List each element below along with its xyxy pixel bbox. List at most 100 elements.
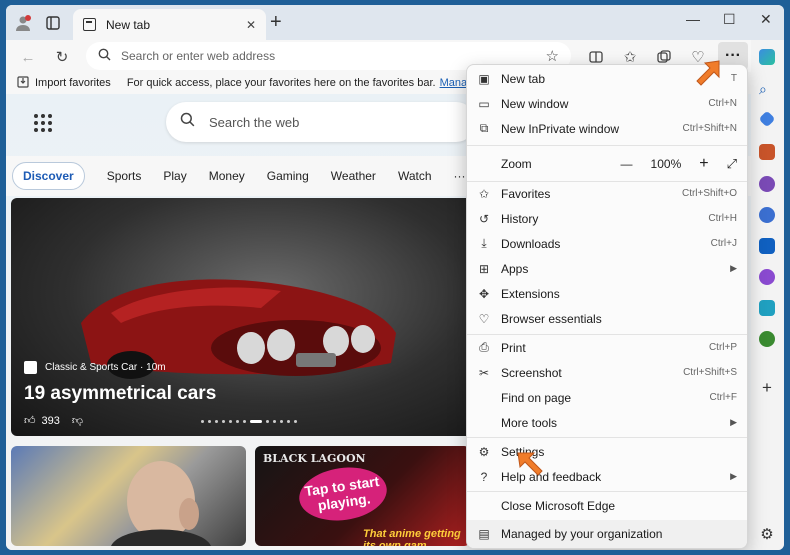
menu-separator [467, 437, 747, 438]
web-search-placeholder: Search the web [209, 114, 300, 130]
menu-help-feedback[interactable]: ? Help and feedback ▶ [467, 464, 747, 489]
history-icon: ↺ [478, 211, 490, 226]
feed-more-button[interactable]: ··· [454, 169, 466, 183]
portrait-image [111, 461, 211, 546]
menu-favorites[interactable]: ✩ Favorites Ctrl+Shift+O [467, 181, 747, 206]
carousel-dots[interactable] [201, 420, 297, 423]
import-favorites-button[interactable]: Import favorites [17, 75, 111, 91]
settings-gear-icon: ⚙ [478, 444, 490, 459]
tab-new-tab[interactable]: New tab ✕ [73, 9, 266, 40]
zoom-spacer [476, 156, 492, 172]
briefcase-icon: ▤ [478, 527, 490, 541]
microsoft-365-icon[interactable] [759, 207, 775, 223]
ad-caption: That anime getting its own gam [363, 528, 461, 546]
hero-headline[interactable]: 19 asymmetrical cars [24, 383, 216, 405]
favorites-star-icon: ✩ [478, 186, 490, 201]
feed-tab-play[interactable]: Play [163, 169, 186, 183]
favorite-star-icon[interactable]: ☆ [546, 47, 559, 65]
maximize-icon[interactable]: ☐ [723, 11, 736, 28]
tab-title: New tab [106, 17, 151, 32]
menu-screenshot-shortcut: Ctrl+Shift+S [683, 367, 737, 378]
app-launcher-icon[interactable] [34, 114, 52, 132]
ad-bubble[interactable]: Tap to start playing. [295, 462, 391, 526]
feed-tab-sports[interactable]: Sports [107, 169, 142, 183]
tree-icon[interactable] [759, 331, 775, 347]
add-sidebar-app-icon[interactable]: + [759, 379, 775, 396]
fullscreen-icon[interactable]: ⤢ [727, 156, 737, 172]
close-window-icon[interactable]: ✕ [760, 11, 772, 28]
menu-settings[interactable]: ⚙ Settings [467, 439, 747, 464]
sidebar-settings-gear-icon[interactable]: ⚙ [759, 527, 775, 543]
shopping-tag-icon[interactable] [758, 110, 776, 128]
puzzle-icon: ✥ [478, 286, 490, 301]
feed-tab-weather[interactable]: Weather [331, 169, 376, 183]
menu-apps[interactable]: ⊞ Apps ▶ [467, 256, 747, 281]
web-search-box[interactable]: Search the web [166, 102, 476, 142]
new-tab-plus-icon[interactable]: + [270, 12, 282, 32]
address-placeholder: Search or enter web address [121, 49, 276, 63]
zoom-out-button[interactable]: — [621, 157, 633, 171]
hero-news-card[interactable]: Classic & Sports Car · 10m 19 asymmetric… [11, 198, 481, 436]
tab-actions-icon[interactable] [44, 14, 62, 32]
outlook-icon[interactable] [759, 238, 775, 254]
menu-zoom-label: Zoom [501, 157, 532, 171]
web-search-icon [180, 112, 195, 132]
ad-card[interactable]: BLACK LAGOON Tap to start playing. That … [255, 446, 470, 546]
menu-print-shortcut: Ctrl+P [708, 342, 737, 353]
thumbs-down-icon[interactable]: 👎︎ [72, 414, 83, 427]
favorites-bar-message: For quick access, place your favorites h… [126, 77, 436, 89]
menu-extensions-label: Extensions [501, 286, 560, 301]
menu-find-on-page[interactable]: Find on page Ctrl+F [467, 385, 747, 410]
more-tools-icon [476, 415, 492, 431]
menu-managed-by-organization[interactable]: ▤ Managed by your organization [467, 520, 747, 548]
menu-history[interactable]: ↺ History Ctrl+H [467, 206, 747, 231]
edge-sidebar: ⌕ + ⚙ [751, 40, 784, 550]
feed-tab-money[interactable]: Money [209, 169, 245, 183]
new-tab-icon: ▣ [478, 71, 490, 86]
inprivate-icon: ⧉ [479, 121, 489, 135]
games-icon[interactable] [759, 176, 775, 192]
minimize-icon[interactable]: — [686, 11, 700, 27]
copilot-icon[interactable] [759, 49, 775, 65]
menu-downloads[interactable]: ⤓ Downloads Ctrl+J [467, 231, 747, 256]
menu-separator [467, 145, 747, 146]
ad-title: BLACK LAGOON [263, 452, 366, 465]
new-tab-favicon-icon [83, 18, 96, 31]
feed-tab-gaming[interactable]: Gaming [267, 169, 309, 183]
hero-reactions: 👍︎ 393 👎︎ [24, 414, 83, 428]
menu-print[interactable]: ⎙ Print Ctrl+P [467, 335, 747, 360]
profile-icon[interactable] [14, 14, 32, 32]
close-tab-icon[interactable]: ✕ [246, 18, 256, 32]
find-icon [476, 390, 492, 406]
tab-strip: New tab ✕ + — ☐ ✕ [6, 5, 784, 40]
feed-tab-watch[interactable]: Watch [398, 169, 432, 183]
tools-icon[interactable] [759, 144, 775, 160]
menu-new-inprivate-shortcut: Ctrl+Shift+N [682, 123, 737, 134]
menu-separator [467, 491, 747, 492]
refresh-icon[interactable]: ↻ [52, 47, 72, 67]
like-count: 393 [41, 414, 60, 427]
menu-close-edge[interactable]: Close Microsoft Edge [467, 493, 747, 518]
close-edge-spacer [476, 498, 492, 514]
news-card-photo[interactable] [11, 446, 246, 546]
menu-print-label: Print [501, 340, 526, 355]
menu-new-window[interactable]: ▭ New window Ctrl+N [467, 91, 747, 116]
menu-more-tools[interactable]: More tools ▶ [467, 410, 747, 435]
thumbs-up-icon[interactable]: 👍︎ [24, 414, 36, 427]
menu-browser-essentials[interactable]: ♡ Browser essentials [467, 306, 747, 331]
menu-new-tab-shortcut: T [730, 73, 737, 84]
sidebar-search-icon[interactable]: ⌕ [759, 81, 775, 97]
menu-history-label: History [501, 211, 539, 226]
send-icon[interactable] [759, 300, 775, 316]
drop-icon[interactable] [759, 269, 775, 285]
zoom-in-button[interactable]: + [699, 155, 708, 173]
menu-extensions[interactable]: ✥ Extensions [467, 281, 747, 306]
menu-new-window-shortcut: Ctrl+N [708, 98, 737, 109]
menu-new-inprivate-window[interactable]: ⧉ New InPrivate window Ctrl+Shift+N [467, 116, 747, 141]
menu-more-tools-label: More tools [501, 415, 558, 430]
back-arrow-icon[interactable]: ← [18, 47, 38, 67]
feed-tab-discover[interactable]: Discover [12, 162, 85, 190]
hero-source: Classic & Sports Car · 10m [24, 361, 166, 374]
menu-screenshot[interactable]: ✂ Screenshot Ctrl+Shift+S [467, 360, 747, 385]
search-icon [98, 48, 111, 64]
